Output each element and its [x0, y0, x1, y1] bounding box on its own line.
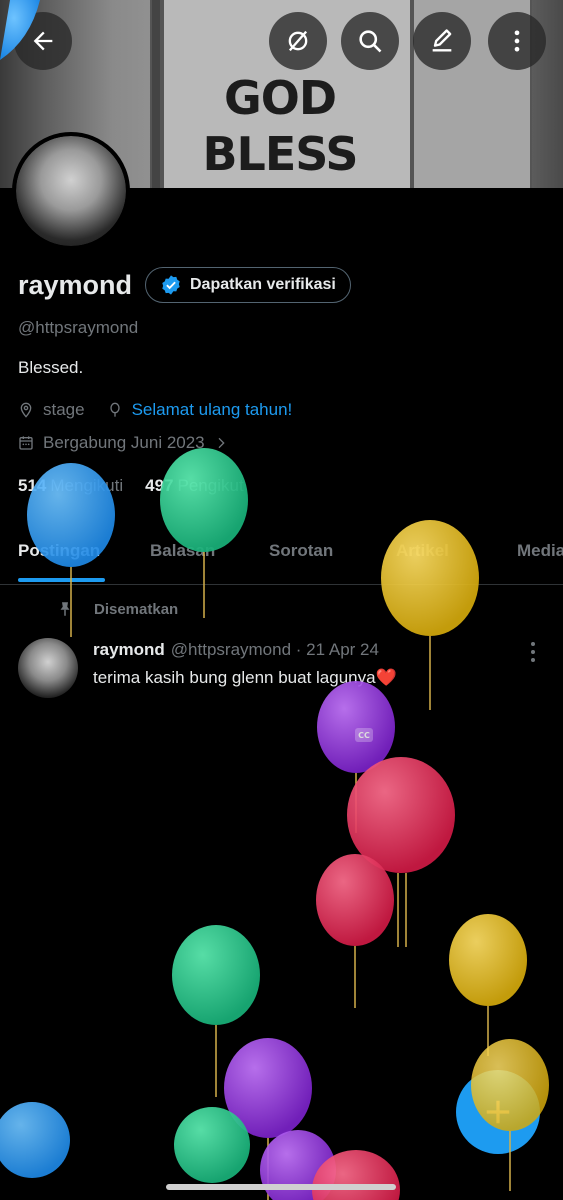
banner-pole [150, 0, 162, 188]
cc-badge: CC [355, 728, 373, 742]
tab-articles[interactable]: Artikel [396, 541, 449, 561]
balloon-green-2 [172, 925, 260, 1097]
balloon-purple [317, 681, 395, 833]
pinned-label: Disematkan [94, 600, 179, 618]
search-icon [359, 30, 382, 53]
post-handle-date: @httpsraymond · 21 Apr 24 [170, 640, 379, 659]
more-button[interactable] [488, 12, 546, 70]
balloon-yellow-right [449, 914, 527, 1056]
followers-count: 497 [145, 476, 174, 495]
banner-sign-text: GOD BLESS [202, 71, 359, 181]
balloon-icon [109, 402, 120, 417]
profile-name: raymond [18, 270, 133, 300]
tab-highlights[interactable]: Sorotan [269, 541, 333, 561]
balloon-blue-2 [0, 1102, 70, 1178]
back-button[interactable] [14, 12, 72, 70]
tab-replies[interactable]: Balasan [150, 541, 215, 561]
more-vertical-icon [514, 30, 520, 52]
pinned-indicator: Disematkan [56, 600, 178, 618]
calendar-icon [19, 436, 33, 450]
get-verified-label: Dapatkan verifikasi [190, 276, 336, 293]
home-indicator[interactable] [166, 1184, 396, 1190]
balloon-purple-2 [224, 1038, 312, 1200]
tab-media[interactable]: Media [517, 541, 563, 561]
profile-tabs: Postingan Balasan Sorotan Artikel Media [0, 527, 563, 585]
grok-icon [288, 30, 308, 52]
location-icon [20, 402, 32, 418]
post-avatar[interactable] [18, 638, 78, 698]
grok-button[interactable] [269, 12, 327, 70]
edit-icon [432, 29, 452, 52]
following-count: 514 [18, 476, 47, 495]
joined-row[interactable]: Bergabung Juni 2023 [18, 433, 238, 453]
follow-stats: 514 Mengikuti 497 Pengikut [18, 476, 244, 496]
profile-avatar[interactable] [12, 132, 130, 250]
post-text: terima kasih bung glenn buat lagunya❤️ [93, 668, 397, 687]
search-button[interactable] [341, 12, 399, 70]
birthday-link[interactable]: Selamat ulang tahun! [132, 400, 293, 420]
compose-button[interactable] [456, 1070, 540, 1154]
followers-label: Pengikut [177, 476, 244, 495]
post-author[interactable]: raymond [93, 640, 165, 659]
post-header: raymond @httpsraymond · 21 Apr 24 [93, 640, 379, 660]
balloon-red-large [347, 757, 455, 947]
chevron-right-icon [218, 437, 225, 449]
profile-bio: Blessed. [18, 358, 84, 377]
following-link[interactable]: 514 Mengikuti [18, 476, 123, 496]
profile-location: stage [43, 400, 85, 419]
balloon-green-3 [174, 1107, 250, 1183]
active-tab-indicator [18, 578, 105, 582]
post-more-icon[interactable] [526, 640, 540, 664]
plus-icon [486, 1100, 510, 1124]
profile-handle: @httpsraymond [18, 318, 139, 337]
balloon-red [316, 854, 394, 1008]
following-label: Mengikuti [50, 476, 124, 495]
avatar-photo [16, 136, 126, 246]
get-verified-button[interactable]: Dapatkan verifikasi [145, 267, 351, 303]
tab-posts[interactable]: Postingan [18, 541, 100, 561]
pin-icon [60, 602, 70, 616]
joined-date: Bergabung Juni 2023 [43, 433, 205, 452]
verified-badge-icon [162, 275, 180, 295]
followers-link[interactable]: 497 Pengikut [145, 476, 244, 496]
edit-button[interactable] [413, 12, 471, 70]
back-arrow-icon [33, 31, 53, 51]
profile-meta-row: stage Selamat ulang tahun! [18, 400, 292, 420]
balloon-red-2 [312, 1150, 400, 1200]
